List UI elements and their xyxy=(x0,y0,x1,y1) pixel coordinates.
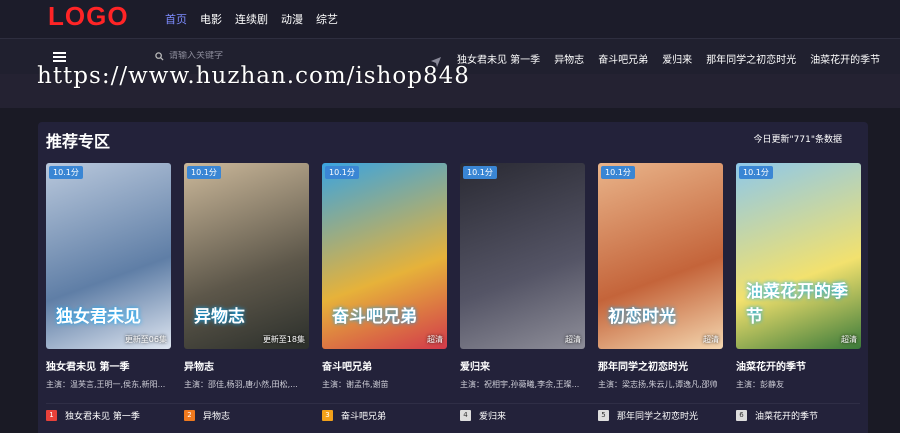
poster-title-art: 奋斗吧兄弟 xyxy=(332,307,417,327)
rank-title[interactable]: 独女君未见 第一季 xyxy=(65,409,140,422)
rank-number: 1 xyxy=(46,410,57,421)
nav-movies[interactable]: 电影 xyxy=(200,11,222,27)
nav-variety[interactable]: 综艺 xyxy=(316,11,338,27)
card-list: 10.1分 独女君未见 更新至06集 独女君未见 第一季 主演：温芙言,王明一,… xyxy=(46,163,874,390)
score-badge: 10.1分 xyxy=(325,166,359,179)
search-icon[interactable] xyxy=(155,51,164,61)
poster-title-art: 异物志 xyxy=(194,307,245,327)
video-card[interactable]: 10.1分 初恋时光 超清 那年同学之初恋时光 主演：梁志扬,朱云儿,谭逸凡,邵… xyxy=(598,163,723,390)
hot-search-links: 独女君未见 第一季 异物志 奋斗吧兄弟 爱归来 那年同学之初恋时光 油菜花开的季… xyxy=(457,51,894,66)
score-badge: 10.1分 xyxy=(601,166,635,179)
rank-item[interactable]: 3 奋斗吧兄弟 xyxy=(322,409,460,422)
main-nav: 首页 电影 连续剧 动漫 综艺 xyxy=(165,11,351,27)
card-title[interactable]: 那年同学之初恋时光 xyxy=(598,358,723,373)
card-cast: 主演：邵佳,杨羽,唐小然,田松,... xyxy=(184,380,298,389)
watermark-url: https://www.huzhan.com/ishop848 xyxy=(37,63,470,89)
video-card[interactable]: 10.1分 独女君未见 更新至06集 独女君未见 第一季 主演：温芙言,王明一,… xyxy=(46,163,171,390)
episode-note: 更新至18集 xyxy=(262,335,305,344)
rank-number: 4 xyxy=(460,410,471,421)
rank-item[interactable]: 2 异物志 xyxy=(184,409,322,422)
rank-title[interactable]: 奋斗吧兄弟 xyxy=(341,409,386,422)
rank-item[interactable]: 1 独女君未见 第一季 xyxy=(46,409,184,422)
score-badge: 10.1分 xyxy=(49,166,83,179)
card-cast: 主演：彭静友 xyxy=(736,380,784,389)
poster-title-art: 初恋时光 xyxy=(608,307,676,327)
poster-image[interactable]: 10.1分 初恋时光 超清 xyxy=(598,163,723,349)
score-badge: 10.1分 xyxy=(739,166,773,179)
poster-title-art: 独女君未见 xyxy=(56,307,141,327)
hot-link[interactable]: 那年同学之初恋时光 xyxy=(706,51,796,66)
hot-link[interactable]: 爱归来 xyxy=(662,51,692,66)
nav-anime[interactable]: 动漫 xyxy=(281,11,303,27)
hot-link[interactable]: 奋斗吧兄弟 xyxy=(598,51,648,66)
episode-note: 更新至06集 xyxy=(124,335,167,344)
card-title[interactable]: 油菜花开的季节 xyxy=(736,358,861,373)
poster-image[interactable]: 10.1分 异物志 更新至18集 xyxy=(184,163,309,349)
site-logo[interactable]: LOGO xyxy=(48,1,129,32)
score-badge: 10.1分 xyxy=(187,166,221,179)
poster-title-art: 油菜花开的季节 xyxy=(746,282,848,327)
search-input[interactable] xyxy=(169,51,289,61)
card-title[interactable]: 奋斗吧兄弟 xyxy=(322,358,447,373)
card-cast: 主演：温芙言,王明一,侯东,新阳... xyxy=(46,380,166,389)
rank-item[interactable]: 4 爱归来 xyxy=(460,409,598,422)
poster-image[interactable]: 10.1分 独女君未见 更新至06集 xyxy=(46,163,171,349)
hamburger-menu-icon[interactable] xyxy=(53,52,66,62)
video-card[interactable]: 10.1分 油菜花开的季节 超清 油菜花开的季节 主演：彭静友 xyxy=(736,163,861,390)
video-card[interactable]: 10.1分 超清 爱归来 主演：祝相宇,孙薇曦,李余,王璨... xyxy=(460,163,585,390)
score-badge: 10.1分 xyxy=(463,166,497,179)
rank-title[interactable]: 那年同学之初恋时光 xyxy=(617,409,698,422)
rank-item[interactable]: 5 那年同学之初恋时光 xyxy=(598,409,736,422)
video-card[interactable]: 10.1分 异物志 更新至18集 异物志 主演：邵佳,杨羽,唐小然,田松,... xyxy=(184,163,309,390)
rank-number: 5 xyxy=(598,410,609,421)
rank-number: 3 xyxy=(322,410,333,421)
rank-number: 6 xyxy=(736,410,747,421)
card-cast: 主演：谢孟伟,谢苗 xyxy=(322,380,389,389)
nav-home[interactable]: 首页 xyxy=(165,11,187,27)
episode-note: 超清 xyxy=(565,335,581,344)
poster-image[interactable]: 10.1分 油菜花开的季节 超清 xyxy=(736,163,861,349)
card-title[interactable]: 异物志 xyxy=(184,358,309,373)
section-title: 推荐专区 xyxy=(46,132,111,151)
rank-item[interactable]: 6 油菜花开的季节 xyxy=(736,409,874,422)
video-card[interactable]: 10.1分 奋斗吧兄弟 超清 奋斗吧兄弟 主演：谢孟伟,谢苗 xyxy=(322,163,447,390)
episode-note: 超清 xyxy=(703,335,719,344)
nav-series[interactable]: 连续剧 xyxy=(235,11,268,27)
rank-title[interactable]: 爱归来 xyxy=(479,409,506,422)
episode-note: 超清 xyxy=(841,335,857,344)
poster-image[interactable]: 10.1分 奋斗吧兄弟 超清 xyxy=(322,163,447,349)
recommend-panel: 推荐专区 今日更新"771"条数据 10.1分 独女君未见 更新至06集 独女君… xyxy=(38,122,868,433)
rank-title[interactable]: 异物志 xyxy=(203,409,230,422)
rank-list: 1 独女君未见 第一季 2 异物志 3 奋斗吧兄弟 4 爱归来 5 那年同学之初… xyxy=(46,409,874,422)
divider xyxy=(46,403,860,404)
card-cast: 主演：祝相宇,孙薇曦,李余,王璨... xyxy=(460,380,580,389)
update-count: 今日更新"771"条数据 xyxy=(753,135,842,145)
card-cast: 主演：梁志扬,朱云儿,谭逸凡,邵帅 xyxy=(598,380,718,389)
hot-link[interactable]: 异物志 xyxy=(554,51,584,66)
poster-image[interactable]: 10.1分 超清 xyxy=(460,163,585,349)
search-box xyxy=(155,51,289,61)
top-navbar: LOGO 首页 电影 连续剧 动漫 综艺 xyxy=(0,0,900,38)
episode-note: 超清 xyxy=(427,335,443,344)
card-title[interactable]: 爱归来 xyxy=(460,358,585,373)
hot-link[interactable]: 油菜花开的季节 xyxy=(810,51,880,66)
card-title[interactable]: 独女君未见 第一季 xyxy=(46,358,171,373)
rank-number: 2 xyxy=(184,410,195,421)
rank-title[interactable]: 油菜花开的季节 xyxy=(755,409,818,422)
